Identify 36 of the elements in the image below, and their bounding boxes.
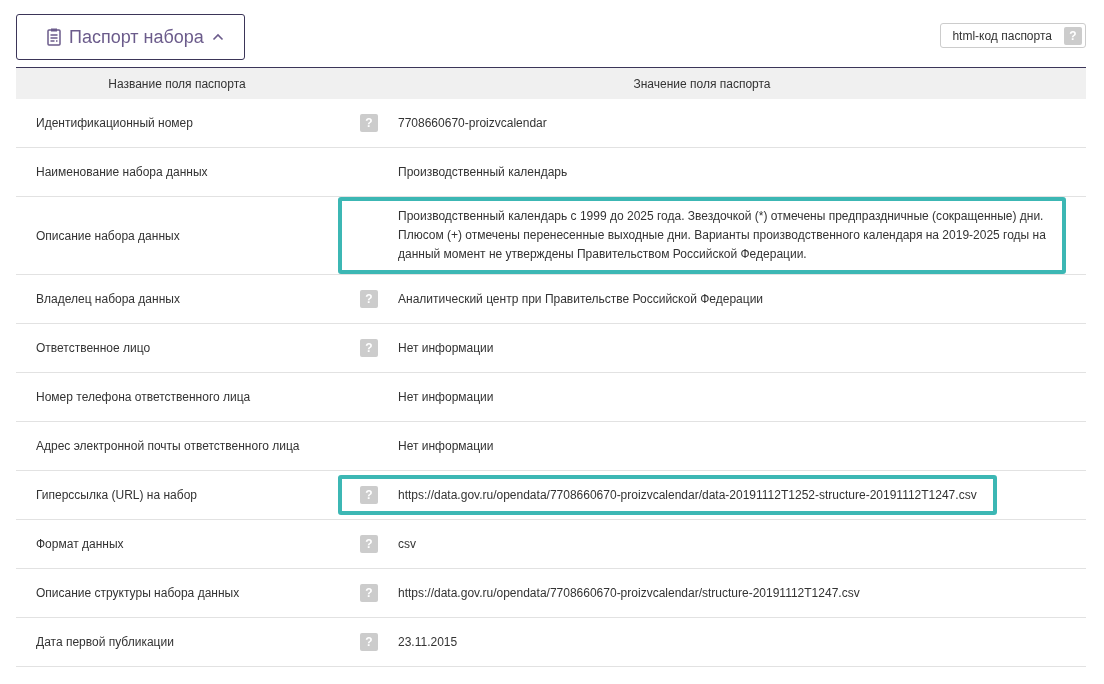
field-value: https://data.gov.ru/opendata/7708660670-proizvcalendar/structure-20191112T1247.csv bbox=[398, 584, 860, 602]
help-icon[interactable]: ? bbox=[360, 535, 378, 553]
field-value: Производственный календарь с 1999 до 2025 года. Звездочкой (*) отмечены предпраздничные (сокращенные) дни. Плюсом (+) отмечены перенесенные выходные дни. Варианты производственного календаря на 2019-2025 годы на данный момент не утверждены Правительством Российской Федерации. bbox=[398, 208, 1046, 263]
field-name: Адрес электронной почты ответственного лица bbox=[35, 439, 301, 453]
field-name: Владелец набора данных bbox=[35, 292, 181, 306]
field-name: Гиперссылка (URL) на набор bbox=[35, 488, 198, 502]
field-value: csv bbox=[398, 535, 416, 553]
field-name: Наименование набора данных bbox=[35, 165, 209, 179]
field-name: Описание набора данных bbox=[35, 228, 181, 243]
html-code-button[interactable]: html-код паспорта ? bbox=[940, 23, 1086, 48]
column-header: Название поля паспорта bbox=[107, 76, 247, 91]
field-name: Номер телефона ответственного лица bbox=[35, 390, 252, 404]
help-icon[interactable]: ? bbox=[360, 290, 378, 308]
column-header: Значение поля паспорта bbox=[632, 76, 772, 91]
help-icon[interactable]: ? bbox=[360, 633, 378, 651]
caret-icon bbox=[211, 33, 224, 41]
field-value: 7708660670-proizvcalendar bbox=[398, 114, 547, 132]
field-name: Описание структуры набора данных bbox=[35, 586, 241, 600]
help-icon[interactable]: ? bbox=[360, 584, 378, 602]
document-icon bbox=[47, 28, 61, 46]
field-value: Аналитический центр при Правительстве Российской Федерации bbox=[398, 290, 764, 308]
field-name: Идентификационный номер bbox=[35, 116, 194, 130]
help-icon[interactable]: ? bbox=[360, 339, 378, 357]
help-icon[interactable]: ? bbox=[1064, 26, 1082, 45]
field-value: Нет информации bbox=[398, 339, 494, 357]
field-value: 23.11.2015 bbox=[398, 633, 458, 651]
field-name: Формат данных bbox=[35, 537, 125, 551]
field-name: Дата первой публикации bbox=[35, 635, 175, 649]
field-value: https://data.gov.ru/opendata/7708660670-proizvcalendar/data-20191112T1252-structure-20191112T1247.csv bbox=[398, 486, 977, 504]
help-icon[interactable]: ? bbox=[360, 114, 378, 132]
help-icon[interactable]: ? bbox=[360, 486, 378, 504]
field-value: Нет информации bbox=[398, 388, 494, 406]
passport-toggle-button[interactable]: Паспорт набора bbox=[16, 14, 245, 60]
field-value: Производственный календарь bbox=[398, 163, 568, 181]
field-name: Ответственное лицо bbox=[35, 341, 152, 355]
field-value: Нет информации bbox=[398, 437, 494, 455]
